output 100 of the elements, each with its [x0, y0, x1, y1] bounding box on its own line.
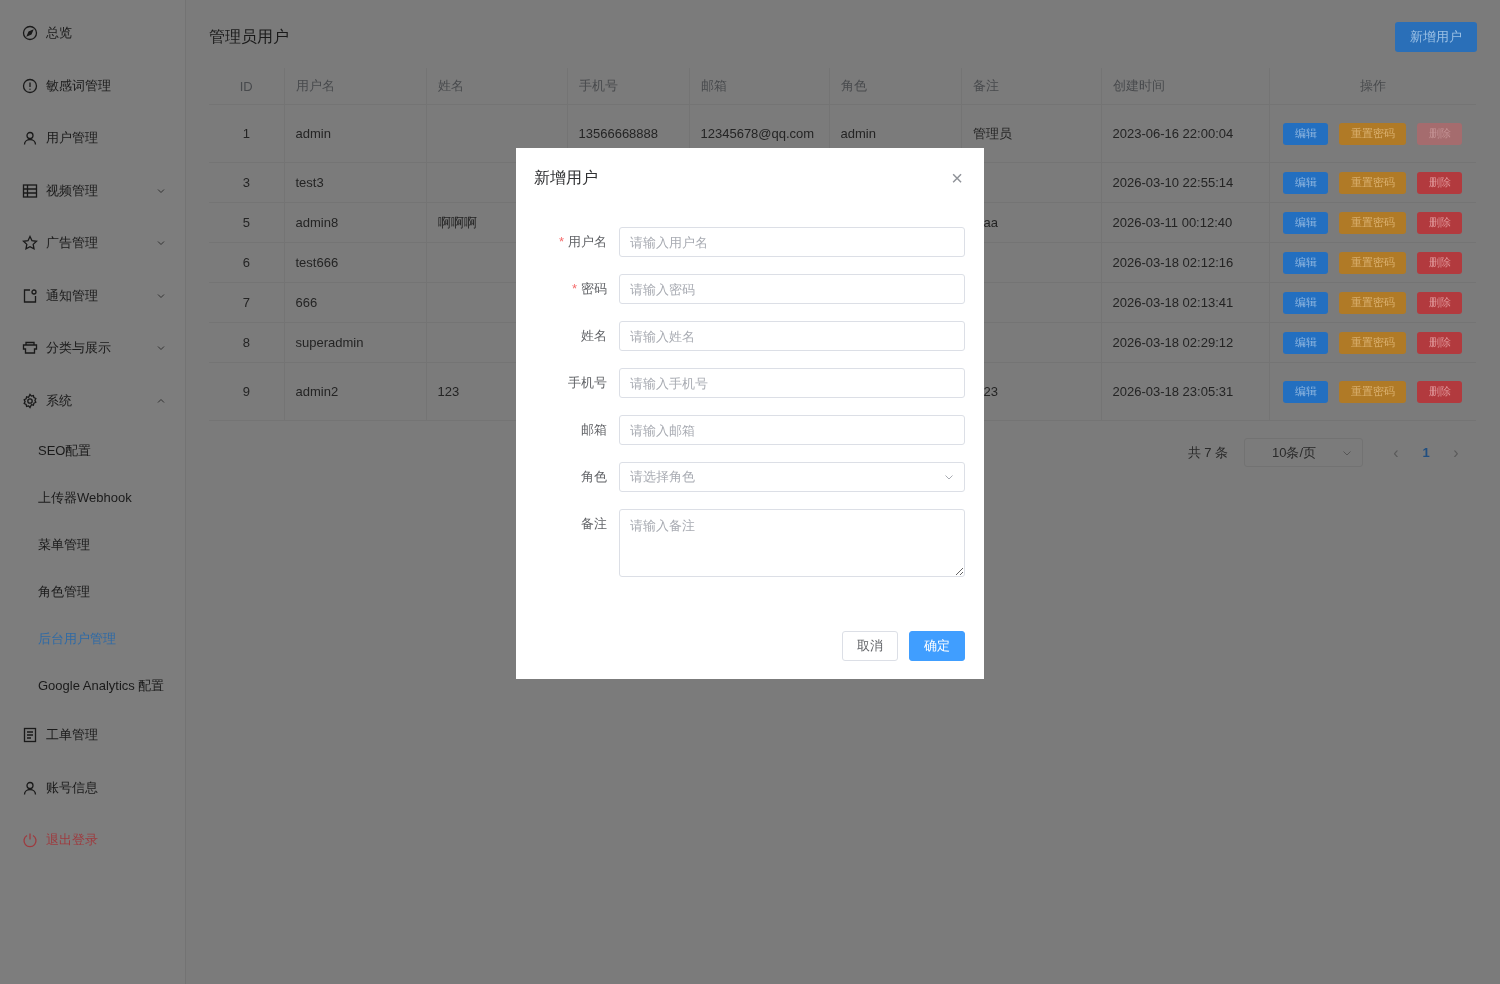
input-field[interactable]: 请输入密码: [619, 274, 965, 304]
table-cell: 1: [242, 126, 250, 141]
table-cell: 666: [295, 295, 318, 310]
table-cell: 啊啊啊: [437, 213, 477, 232]
table-cell-text: 23: [982, 384, 998, 399]
chevron-down-icon: [944, 472, 954, 482]
table-cell: 8: [242, 335, 250, 350]
field-label: 角色: [580, 468, 607, 486]
menu-item[interactable]: 用户管理: [0, 112, 185, 165]
page-number[interactable]: 1: [1411, 445, 1441, 460]
input-field[interactable]: 请输入手机号: [619, 368, 965, 398]
table-cell: 3: [242, 175, 250, 190]
table-cell: 5: [242, 215, 250, 230]
field-label: 姓名: [580, 327, 607, 345]
previous-page-button[interactable]: ‹: [1381, 443, 1411, 462]
cancel-button[interactable]: 取消: [842, 631, 898, 661]
submenu-item[interactable]: 上传器Webhook: [0, 474, 185, 521]
star-icon: [22, 235, 38, 252]
menu-item[interactable]: 系统: [0, 374, 185, 427]
table-cell: 12345678@qq.com: [700, 126, 815, 141]
table-cell: 13566668888: [578, 126, 659, 141]
table-cell: 2023-06-16 22:00:04: [1112, 126, 1234, 141]
textarea-field[interactable]: 请输入备注: [619, 509, 965, 577]
edit-button[interactable]: 编辑: [1283, 171, 1329, 194]
table-cell: 2026-03-11 00:12:40: [1112, 215, 1233, 230]
table-cell: 6: [242, 255, 250, 270]
table-cell: test666: [295, 255, 339, 270]
menu-item[interactable]: 视频管理: [0, 164, 185, 217]
user-icon: [22, 130, 38, 147]
edit-button[interactable]: 编辑: [1283, 380, 1329, 403]
table-cell-text: aa: [982, 215, 998, 230]
menu-item[interactable]: 总览: [0, 7, 185, 60]
reset-password-button[interactable]: 重置密码: [1339, 251, 1407, 274]
delete-button[interactable]: 删除: [1417, 211, 1463, 234]
delete-button[interactable]: 删除: [1417, 251, 1463, 274]
table-cell: 2026-03-10 22:55:14: [1112, 175, 1234, 190]
input-field[interactable]: 请输入姓名: [619, 321, 965, 351]
table-cell: admin8: [295, 215, 339, 230]
table-cell: 123: [437, 384, 460, 399]
table-cell: 9: [242, 384, 250, 399]
edit-button[interactable]: 编辑: [1283, 211, 1329, 234]
menu-item[interactable]: 通知管理: [0, 269, 185, 322]
settings-icon: [22, 392, 38, 409]
page-size-select[interactable]: 10条/页: [1244, 438, 1363, 467]
delete-button[interactable]: 删除: [1417, 171, 1463, 194]
field-label: * 密码: [570, 280, 607, 298]
table-cell: 2026-03-18 02:29:12: [1112, 335, 1234, 350]
delete-button[interactable]: 删除: [1417, 291, 1463, 314]
reset-password-button[interactable]: 重置密码: [1339, 122, 1407, 145]
table-cell: test3: [295, 175, 324, 190]
close-button[interactable]: ×: [949, 166, 965, 190]
menu-item[interactable]: 账号信息: [0, 761, 185, 814]
power-icon: [22, 832, 38, 849]
field-label: 邮箱: [580, 421, 607, 439]
submenu-item[interactable]: SEO配置: [0, 427, 185, 474]
compass-icon: [22, 25, 38, 42]
submenu-item[interactable]: 角色管理: [0, 568, 185, 615]
table-cell: 管理员: [972, 124, 1012, 143]
next-page-button[interactable]: ›: [1441, 443, 1471, 462]
menu-item[interactable]: 退出登录: [0, 814, 185, 867]
table-cell: 2026-03-18 23:05:31: [1112, 384, 1234, 399]
reset-password-button[interactable]: 重置密码: [1339, 380, 1407, 403]
submenu-item[interactable]: 后台用户管理: [0, 615, 185, 662]
edit-button[interactable]: 编辑: [1283, 291, 1329, 314]
field-label: * 用户名: [557, 233, 607, 251]
menu-item[interactable]: 广告管理: [0, 217, 185, 270]
add-user-button[interactable]: 新增用户: [1395, 22, 1477, 52]
table-cell: admin: [840, 126, 876, 141]
menu-item[interactable]: 敏感词管理: [0, 59, 185, 112]
doc-icon: [22, 727, 38, 744]
menu-item[interactable]: 工单管理: [0, 709, 185, 762]
confirm-button[interactable]: 确定: [909, 631, 965, 661]
delete-button[interactable]: 删除: [1417, 380, 1463, 403]
total-count: 共 7 条: [1187, 443, 1228, 462]
dialog-title: 新增用户: [534, 167, 598, 188]
reset-password-button[interactable]: 重置密码: [1339, 331, 1407, 354]
user-icon: [22, 779, 38, 796]
table-cell: admin2: [295, 384, 339, 399]
table-cell: 2026-03-18 02:13:41: [1112, 295, 1234, 310]
field-label: 手机号: [567, 374, 607, 392]
submenu-item[interactable]: 菜单管理: [0, 521, 185, 568]
reset-password-button[interactable]: 重置密码: [1339, 211, 1407, 234]
page-title: 管理员用户: [209, 26, 289, 47]
table-cell: admin: [295, 126, 331, 141]
menu-item[interactable]: 分类与展示: [0, 322, 185, 375]
submenu-item[interactable]: Google Analytics 配置: [0, 662, 185, 709]
table-cell: 7: [242, 295, 250, 310]
edit-button[interactable]: 编辑: [1283, 251, 1329, 274]
grid-icon: [22, 182, 38, 199]
edit-button[interactable]: 编辑: [1283, 331, 1329, 354]
input-field[interactable]: 请输入邮箱: [619, 415, 965, 445]
input-field[interactable]: 请输入用户名: [619, 227, 965, 257]
delete-button[interactable]: 删除: [1417, 331, 1463, 354]
edit-button[interactable]: 编辑: [1283, 122, 1329, 145]
reset-password-button[interactable]: 重置密码: [1339, 291, 1407, 314]
field-label: 备注: [580, 515, 607, 533]
table-cell: 2026-03-18 02:12:16: [1112, 255, 1234, 270]
reset-password-button[interactable]: 重置密码: [1339, 171, 1407, 194]
select-field[interactable]: 请选择角色: [619, 462, 965, 492]
table-cell: superadmin: [295, 335, 364, 350]
